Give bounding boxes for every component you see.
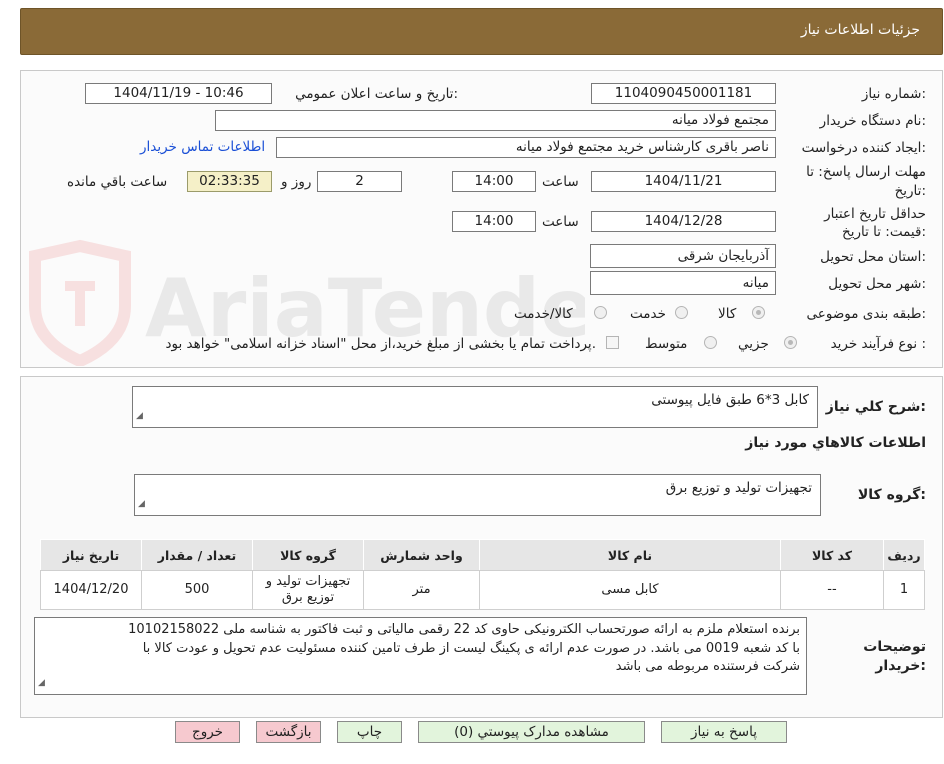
table-row: 1 -- کابل مسی متر تجهیزات تولید و توزیع … (40, 570, 925, 610)
page-title: جزئیات اطلاعات نیاز (800, 22, 920, 38)
resize-grip-icon[interactable]: ◢ (138, 495, 145, 513)
back-button[interactable]: بازگشت (256, 721, 321, 743)
process-small-label: جزیي (738, 336, 769, 352)
buyer-org-label: نام دستگاه خریدار: (819, 113, 926, 129)
col-item-code: کد کالا (780, 539, 884, 571)
buyer-notes-line: برنده استعلام ملزم به ارائه صورتحساب الک… (128, 622, 800, 637)
category-goods-label: کالا (718, 306, 737, 322)
print-button[interactable]: چاپ (337, 721, 402, 743)
buyer-notes-line: با کد شعبه 0019 می باشد. در صورت عدم ارا… (142, 640, 800, 656)
category-service-radio[interactable] (675, 306, 688, 319)
requester-field: ناصر باقری کارشناس خرید مجتمع فولاد میان… (276, 137, 776, 158)
buyer-notes-label-2: خریدار: (875, 658, 926, 674)
buyer-contact-link[interactable]: اطلاعات تماس خریدار (140, 139, 265, 155)
validity-date-field: 1404/12/28 (591, 211, 776, 232)
cell-need-date: 1404/12/20 (40, 570, 142, 610)
buyer-notes-textarea: برنده استعلام ملزم به ارائه صورتحساب الک… (34, 617, 807, 695)
col-need-date: تاریخ نیاز (40, 539, 142, 571)
goods-group-label: گروه کالا: (857, 487, 926, 503)
process-medium-label: متوسط (645, 336, 688, 352)
deadline-label-2: تاریخ: (894, 183, 926, 199)
reply-button[interactable]: پاسخ به نیاز (661, 721, 787, 743)
cell-item-group: تجهیزات تولید و توزیع برق (252, 570, 364, 610)
summary-label: شرح کلي نیاز: (825, 399, 926, 415)
cell-row-number: 1 (883, 570, 925, 610)
col-row-number: ردیف (883, 539, 925, 571)
col-item-name: نام کالا (479, 539, 781, 571)
days-remaining-field: 2 (317, 171, 402, 192)
process-label: نوع فرآیند خرید : (830, 336, 926, 352)
process-medium-radio[interactable] (704, 336, 717, 349)
announce-date-field: 1404/11/19 - 10:46 (85, 83, 272, 104)
cell-quantity: 500 (141, 570, 253, 610)
deadline-time-label: ساعت (542, 174, 579, 190)
category-service-label: خدمت (630, 306, 666, 322)
cell-unit: متر (363, 570, 480, 610)
cell-item-name: کابل مسی (479, 570, 781, 610)
resize-grip-icon[interactable]: ◢ (38, 674, 45, 693)
page-header: جزئیات اطلاعات نیاز (20, 8, 943, 55)
goods-section-title: اطلاعات کالاهاي مورد نیاز (745, 435, 926, 451)
province-field: آذربایجان شرقی (590, 244, 776, 268)
treasury-payment-note: پرداخت تمام یا بخشی از مبلغ خرید،از محل … (165, 336, 596, 352)
validity-time-field: 14:00 (452, 211, 536, 232)
buyer-notes-line: شرکت فرستنده مربوطه می باشد (615, 659, 800, 674)
category-both-label: کالا/خدمت (514, 306, 573, 322)
category-goods-radio[interactable] (752, 306, 765, 319)
need-number-label: شماره نیاز: (861, 86, 926, 102)
buyer-org-field: مجتمع فولاد میانه (215, 110, 776, 131)
goods-group-textarea: تجهیزات تولید و توزیع برق ◢ (134, 474, 821, 516)
view-attachments-button[interactable]: مشاهده مدارک پیوستي (0) (418, 721, 645, 743)
deadline-label: مهلت ارسال پاسخ: تا (806, 164, 926, 180)
process-small-radio[interactable] (784, 336, 797, 349)
col-unit: واحد شمارش (363, 539, 480, 571)
buyer-notes-label: توضیحات (863, 639, 926, 655)
summary-textarea: کابل 3*6 طبق فایل پیوستی ◢ (132, 386, 818, 428)
treasury-payment-checkbox[interactable] (606, 336, 619, 349)
province-label: استان محل تحویل: (820, 249, 926, 265)
requester-label: ایجاد کننده درخواست: (801, 140, 926, 156)
need-number-field: 1104090450001181 (591, 83, 776, 104)
category-label: طبقه بندی موضوعی: (806, 306, 926, 322)
summary-text: کابل 3*6 طبق فایل پیوستی (651, 392, 809, 408)
deadline-date-field: 1404/11/21 (591, 171, 776, 192)
announce-date-label: تاریخ و ساعت اعلان عمومي: (295, 86, 458, 102)
deadline-time-field: 14:00 (452, 171, 536, 192)
remaining-label: ساعت باقي مانده (67, 174, 168, 190)
validity-time-label: ساعت (542, 214, 579, 230)
validity-label: حداقل تاریخ اعتبار (824, 206, 926, 222)
days-label: روز و (281, 174, 312, 190)
goods-table: ردیف کد کالا نام کالا واحد شمارش گروه کا… (40, 539, 925, 610)
col-quantity: تعداد / مقدار (141, 539, 253, 571)
table-header-row: ردیف کد کالا نام کالا واحد شمارش گروه کا… (40, 539, 925, 571)
city-field: میانه (590, 271, 776, 295)
countdown-timer: 02:33:35 (187, 171, 272, 192)
validity-label-2: قیمت: تا تاریخ: (841, 224, 926, 240)
goods-group-text: تجهیزات تولید و توزیع برق (665, 480, 812, 496)
resize-grip-icon[interactable]: ◢ (136, 407, 143, 425)
col-item-group: گروه کالا (252, 539, 364, 571)
category-both-radio[interactable] (594, 306, 607, 319)
exit-button[interactable]: خروج (175, 721, 240, 743)
city-label: شهر محل تحویل: (828, 276, 926, 292)
cell-item-code: -- (780, 570, 884, 610)
